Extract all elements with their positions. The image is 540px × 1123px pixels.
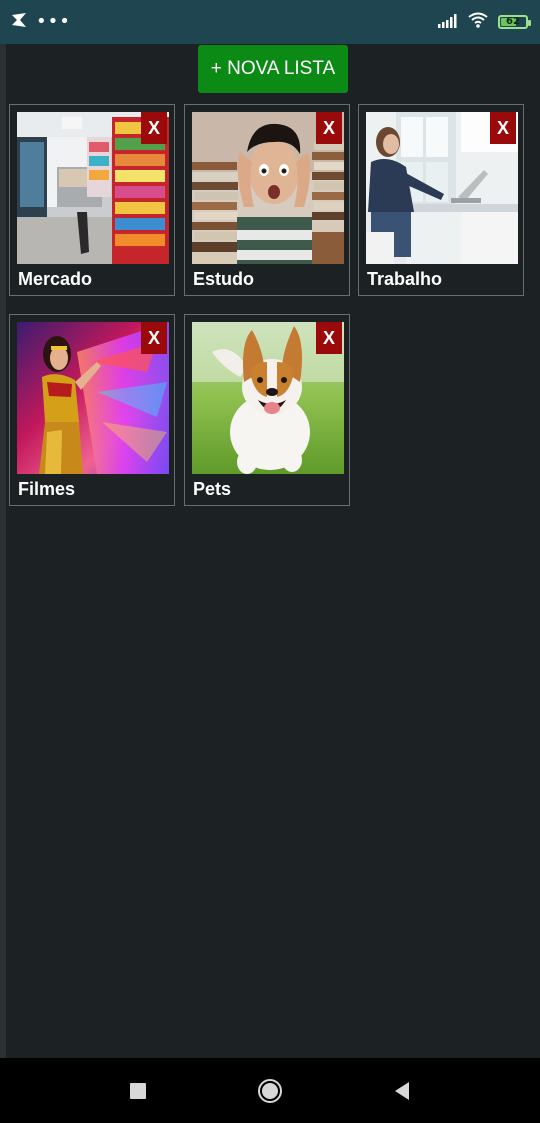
recent-apps-icon[interactable] [118, 1071, 158, 1111]
lists-screen: + NOVA LISTA X Mercado X Estudo X Trabal… [6, 44, 540, 1058]
list-card-pets[interactable]: X Pets [184, 314, 350, 506]
battery-icon: 62 [498, 15, 531, 29]
list-card-label: Pets [193, 479, 232, 499]
home-icon[interactable] [250, 1071, 290, 1111]
overflow-dots: ••• [36, 11, 71, 32]
back-icon[interactable] [382, 1071, 422, 1111]
list-card-label: Estudo [193, 269, 254, 289]
delete-list-button[interactable]: X [141, 322, 167, 354]
battery-text: 62 [506, 16, 520, 27]
navigation-bar [0, 1058, 540, 1123]
new-list-button[interactable]: + NOVA LISTA [198, 45, 348, 93]
delete-list-button[interactable]: X [490, 112, 516, 144]
status-bar: ••• 62 [0, 0, 540, 44]
list-card-filmes[interactable]: X Filmes [9, 314, 175, 506]
status-right: 62 [438, 12, 531, 32]
status-left: ••• [10, 11, 71, 33]
list-card-trabalho[interactable]: X Trabalho [358, 104, 524, 296]
delete-list-button[interactable]: X [316, 112, 342, 144]
app-notification-icon [10, 11, 28, 33]
delete-list-button[interactable]: X [141, 112, 167, 144]
list-card-label: Trabalho [367, 269, 443, 289]
signal-icon [438, 13, 458, 32]
list-card-mercado[interactable]: X Mercado [9, 104, 175, 296]
list-card-label: Filmes [18, 479, 76, 499]
list-card-label: Mercado [18, 269, 93, 289]
list-card-estudo[interactable]: X Estudo [184, 104, 350, 296]
delete-list-button[interactable]: X [316, 322, 342, 354]
wifi-icon [468, 12, 488, 32]
